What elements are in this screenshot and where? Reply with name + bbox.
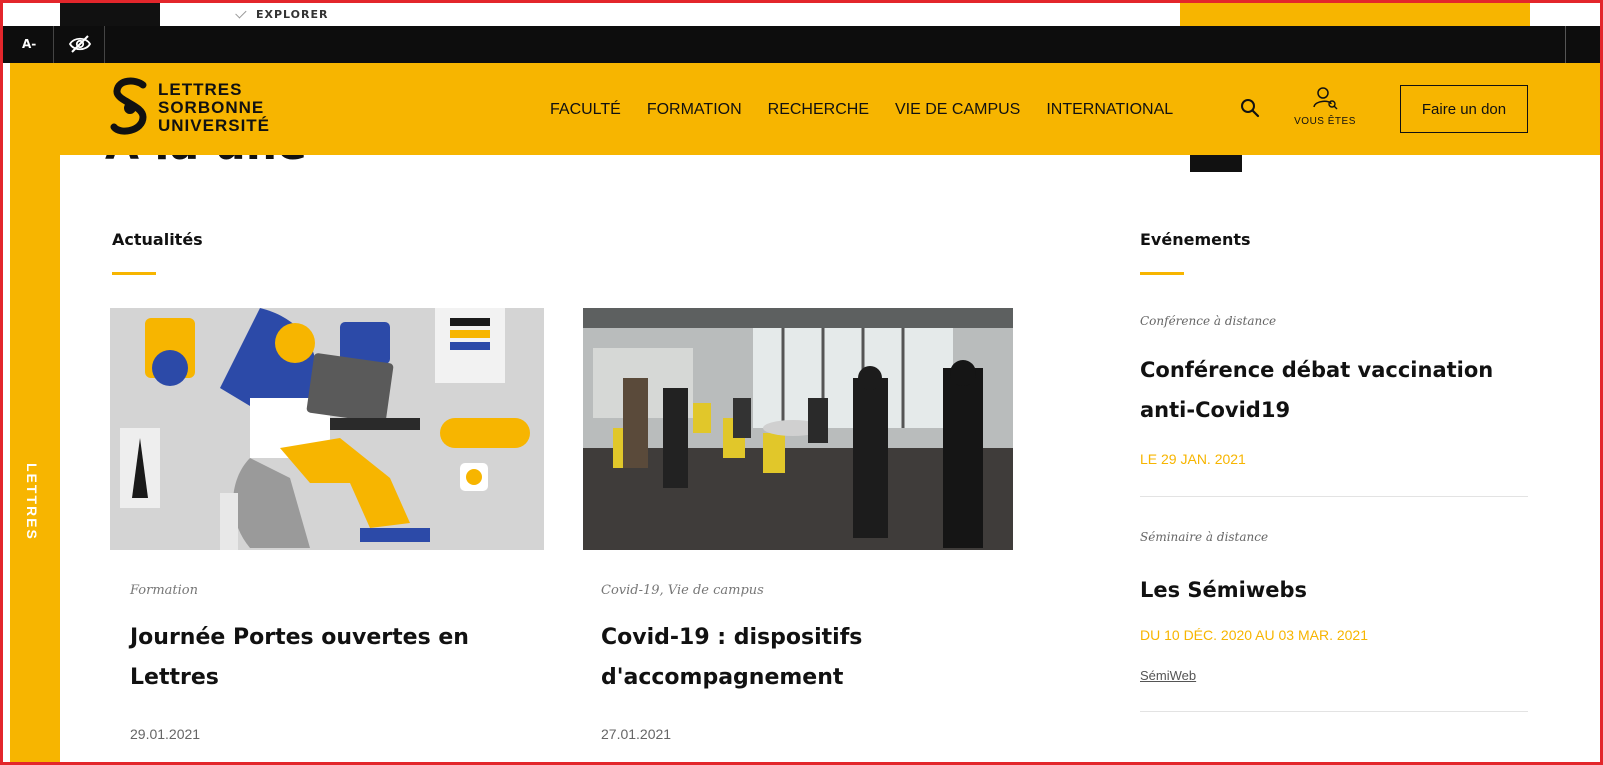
news-date: 27.01.2021	[601, 726, 672, 742]
main-nav: FACULTÉ FORMATION RECHERCHE VIE DE CAMPU…	[550, 101, 1173, 119]
logo-wordmark: LETTRES SORBONNE UNIVERSITÉ	[158, 81, 270, 135]
nav-item-international[interactable]: INTERNATIONAL	[1046, 101, 1173, 119]
events-section-title: Evénements	[1140, 230, 1251, 249]
news-title[interactable]: Covid-19 : dispositifs d'accompagnement	[601, 618, 862, 698]
logo-line: SORBONNE	[158, 98, 265, 117]
explorer-strip-yellow-block	[1180, 0, 1530, 26]
news-image-journee-portes-ouvertes[interactable]	[110, 308, 544, 550]
site-header: LETTRES SORBONNE UNIVERSITÉ FACULTÉ FORM…	[60, 63, 1603, 155]
faculty-side-rail[interactable]: LETTRES	[10, 63, 60, 765]
vous-etes-label: VOUS ÊTES	[1294, 116, 1356, 127]
section-underline	[1140, 272, 1184, 275]
news-title-line: d'accompagnement	[601, 665, 844, 690]
sorbonne-s-logo-icon	[110, 77, 147, 135]
eye-slash-icon[interactable]	[68, 34, 92, 58]
nav-item-faculte[interactable]: FACULTÉ	[550, 101, 621, 119]
news-section-title: Actualités	[112, 230, 203, 249]
explorer-label: EXPLORER	[256, 8, 329, 21]
illustration-student-laptop	[110, 308, 544, 550]
explorer-strip-dark-block	[60, 0, 160, 26]
event-category: Séminaire à distance	[1140, 530, 1269, 544]
photo-campus-hall	[583, 308, 1013, 550]
news-title-line: Lettres	[130, 665, 219, 690]
vous-etes-button[interactable]: VOUS ÊTES	[1285, 85, 1365, 127]
event-date: DU 10 DÉC. 2020 AU 03 MAR. 2021	[1140, 627, 1369, 643]
divider	[1140, 711, 1528, 712]
nav-item-vie-de-campus[interactable]: VIE DE CAMPUS	[895, 101, 1020, 119]
event-title-line: Conférence débat vaccination	[1140, 358, 1494, 382]
event-title[interactable]: Conférence débat vaccination anti-Covid1…	[1140, 350, 1520, 430]
divider	[1565, 26, 1566, 63]
section-underline	[112, 272, 156, 275]
side-rail-label: LETTRES	[24, 463, 40, 541]
logo-line: LETTRES	[158, 80, 243, 99]
event-title[interactable]: Les Sémiwebs	[1140, 570, 1520, 610]
site-logo[interactable]: LETTRES SORBONNE UNIVERSITÉ	[110, 77, 270, 139]
accessibility-bar: A-	[0, 26, 1603, 63]
font-decrease-button[interactable]: A-	[22, 37, 36, 51]
news-image-covid-dispositifs[interactable]	[583, 308, 1013, 550]
nav-item-formation[interactable]: FORMATION	[647, 101, 742, 119]
news-category: Covid-19, Vie de campus	[601, 583, 764, 598]
explorer-strip: EXPLORER	[0, 0, 1603, 26]
user-search-icon	[1313, 87, 1338, 110]
news-title[interactable]: Journée Portes ouvertes en Lettres	[130, 618, 469, 698]
nav-item-recherche[interactable]: RECHERCHE	[768, 101, 869, 119]
news-title-line: Journée Portes ouvertes en	[130, 625, 469, 650]
news-date: 29.01.2021	[130, 726, 201, 742]
divider	[1140, 496, 1528, 497]
divider	[53, 26, 54, 63]
event-title-line: anti-Covid19	[1140, 398, 1291, 422]
logo-line: UNIVERSITÉ	[158, 116, 271, 135]
event-link-semiweb[interactable]: SémiWeb	[1140, 668, 1196, 683]
news-title-line: Covid-19 : dispositifs	[601, 625, 863, 650]
news-category: Formation	[130, 583, 199, 598]
chevron-down-icon	[235, 7, 247, 19]
search-icon[interactable]	[1240, 98, 1260, 122]
event-date: LE 29 JAN. 2021	[1140, 451, 1246, 467]
event-category: Conférence à distance	[1140, 314, 1277, 328]
explorer-toggle[interactable]: EXPLORER	[235, 7, 329, 21]
donate-button[interactable]: Faire un don	[1400, 85, 1528, 133]
divider	[104, 26, 105, 63]
